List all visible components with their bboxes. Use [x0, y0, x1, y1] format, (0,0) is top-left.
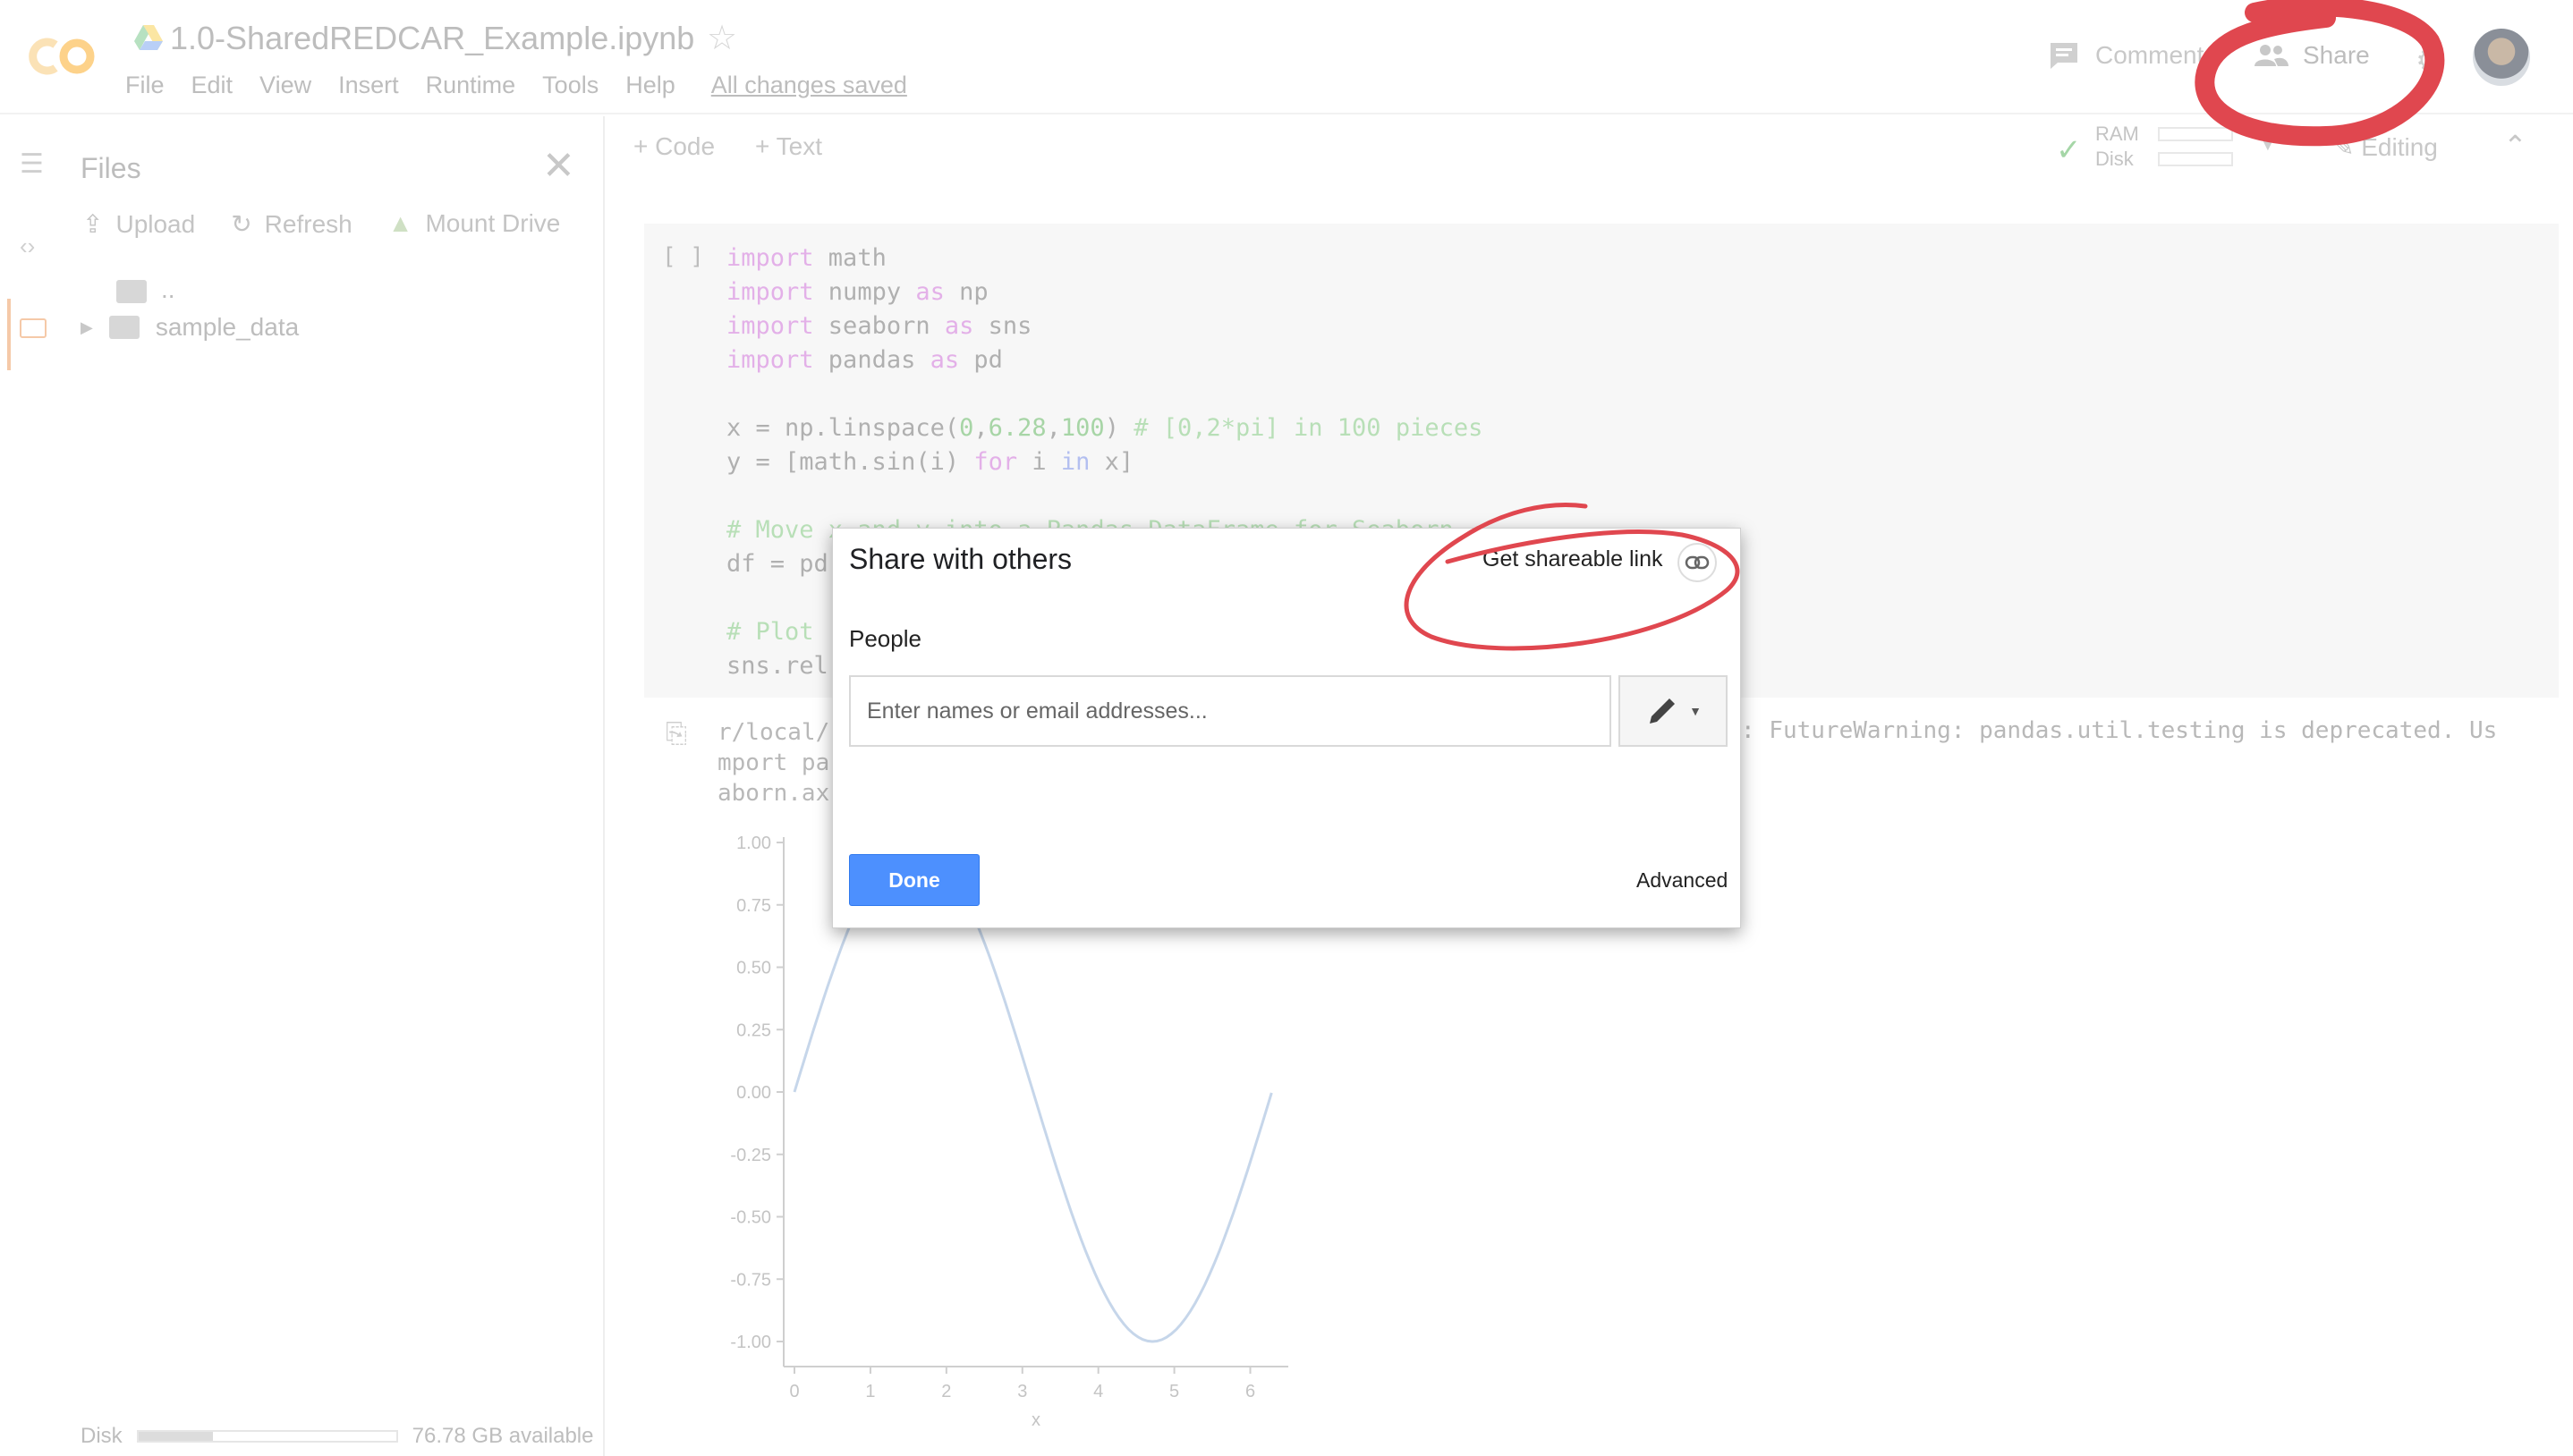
pencil-icon [1650, 698, 1676, 724]
code-snippets-icon[interactable]: ‹› [20, 233, 48, 261]
x-tick-label: 2 [941, 1382, 951, 1401]
avatar[interactable] [2473, 29, 2530, 86]
pencil-icon: ✎ [2333, 133, 2362, 161]
y-tick-label: -0.25 [730, 1146, 771, 1165]
cell-output-warning: : FutureWarning: pandas.util.testing is … [1741, 717, 2498, 744]
folder-up-icon [116, 279, 147, 303]
upload-label: Upload [115, 210, 196, 238]
parent-dir-label: .. [161, 275, 175, 303]
y-tick-label: -1.00 [730, 1333, 771, 1352]
advanced-link[interactable]: Advanced [1636, 868, 1728, 893]
mount-drive-label: Mount Drive [425, 209, 561, 237]
editing-mode-button[interactable]: ✎ Editing [2333, 132, 2438, 162]
add-code-button[interactable]: + Code [633, 132, 715, 161]
cell-output-text: r/local/ mport pa aborn.ax [718, 719, 830, 807]
sidebar-rail: ☰ ‹› [0, 116, 66, 1456]
y-tick-label: 0.50 [736, 959, 771, 978]
menu-help[interactable]: Help [625, 72, 675, 99]
comment-icon [2051, 43, 2077, 69]
files-panel-title: Files [81, 152, 141, 184]
x-tick-label: 1 [865, 1382, 875, 1401]
dialog-title: Share with others [849, 543, 1073, 575]
x-tick-label: 5 [1169, 1382, 1179, 1401]
app-header: 1.0-SharedREDCAR_Example.ipynb ☆ File Ed… [0, 0, 2573, 114]
editing-label: Editing [2361, 133, 2438, 161]
share-button[interactable]: Share [2253, 41, 2370, 70]
x-tick-label: 6 [1245, 1382, 1255, 1401]
y-tick-label: -0.50 [730, 1208, 771, 1228]
y-tick-label: -0.75 [730, 1270, 771, 1290]
collapse-header-icon[interactable]: ⌃ [2503, 129, 2527, 163]
folder-icon[interactable] [20, 315, 48, 343]
y-tick-label: 1.00 [736, 834, 771, 853]
notebook-toolbar: + Code + Text ✓ RAM Disk ▼ ✎ Editing ⌃ [607, 116, 2573, 179]
x-tick-label: 4 [1093, 1382, 1103, 1401]
add-text-button[interactable]: + Text [755, 132, 822, 161]
gear-icon[interactable]: ⚙ [2416, 43, 2442, 79]
x-tick-label: 3 [1017, 1382, 1027, 1401]
menu-tools[interactable]: Tools [542, 72, 599, 99]
active-tab-indicator [7, 299, 11, 370]
menu-runtime[interactable]: Runtime [426, 72, 516, 99]
y-tick-label: 0.75 [736, 896, 771, 916]
share-label: Share [2303, 41, 2370, 69]
folder-item[interactable]: ▶ sample_data [81, 313, 299, 342]
people-input[interactable] [849, 675, 1611, 747]
menu-edit[interactable]: Edit [191, 72, 234, 99]
menu-view[interactable]: View [259, 72, 311, 99]
done-button[interactable]: Done [849, 854, 980, 906]
folder-icon [108, 316, 140, 339]
disk-usage: Disk 76.78 GB available [81, 1424, 593, 1449]
share-dialog: Share with others Get shareable link Peo… [832, 528, 1741, 928]
refresh-button[interactable]: ↻ Refresh [231, 209, 352, 239]
upload-button[interactable]: ⇪ Upload [82, 209, 195, 239]
check-icon: ✓ [2056, 133, 2082, 167]
mount-drive-button[interactable]: ▲ Mount Drive [388, 209, 561, 239]
save-status[interactable]: All changes saved [711, 72, 907, 99]
y-tick-label: 0.00 [736, 1083, 771, 1103]
colab-logo [29, 38, 95, 75]
disk-label: Disk [81, 1424, 123, 1448]
close-icon[interactable]: ✕ [542, 143, 575, 189]
chevron-down-icon: ▼ [1689, 704, 1702, 718]
disk-usage-bar [136, 1430, 398, 1443]
run-cell-button[interactable]: [ ] [662, 243, 704, 270]
y-tick-label: 0.25 [736, 1020, 771, 1040]
ram-label: RAM [2095, 123, 2139, 145]
refresh-icon: ↻ [231, 210, 252, 238]
output-clear-icon[interactable]: ⎘ [666, 719, 687, 749]
chevron-down-icon[interactable]: ▼ [2258, 132, 2278, 156]
people-label: People [849, 625, 921, 652]
menu-file[interactable]: File [125, 72, 165, 99]
resources-indicator[interactable]: RAM Disk [2095, 122, 2139, 172]
upload-icon: ⇪ [82, 210, 104, 238]
ram-usage-bar [2158, 127, 2233, 141]
x-axis-label: x [1032, 1410, 1040, 1430]
link-icon[interactable] [1677, 543, 1717, 582]
files-sidebar: ☰ ‹› Files ✕ ⇪ Upload ↻ Refresh ▲ Mount Dri… [0, 116, 605, 1456]
menu-bar: File Edit View Insert Runtime Tools Help… [125, 72, 907, 99]
expand-arrow-icon[interactable]: ▶ [81, 318, 93, 337]
comment-button[interactable]: Comment [2049, 41, 2204, 70]
people-icon [2255, 45, 2289, 66]
disk-available: 76.78 GB available [412, 1424, 594, 1448]
disk-label: Disk [2095, 148, 2134, 170]
google-drive-icon[interactable] [134, 25, 163, 50]
disk-usage-mini-bar [2158, 152, 2233, 166]
x-tick-label: 0 [789, 1382, 799, 1401]
disk-usage-fill [138, 1432, 214, 1441]
notebook-title[interactable]: 1.0-SharedREDCAR_Example.ipynb [170, 20, 694, 57]
parent-directory[interactable]: .. [116, 275, 175, 304]
get-shareable-link[interactable]: Get shareable link [1482, 546, 1663, 572]
files-actions: ⇪ Upload ↻ Refresh ▲ Mount Drive [82, 209, 560, 239]
star-icon[interactable]: ☆ [707, 18, 737, 58]
refresh-label: Refresh [264, 210, 352, 238]
menu-insert[interactable]: Insert [338, 72, 399, 99]
permission-dropdown[interactable]: ▼ [1618, 675, 1728, 747]
comment-label: Comment [2095, 41, 2204, 69]
table-of-contents-icon[interactable]: ☰ [20, 148, 48, 179]
drive-icon: ▲ [387, 209, 413, 237]
folder-name: sample_data [155, 313, 300, 341]
